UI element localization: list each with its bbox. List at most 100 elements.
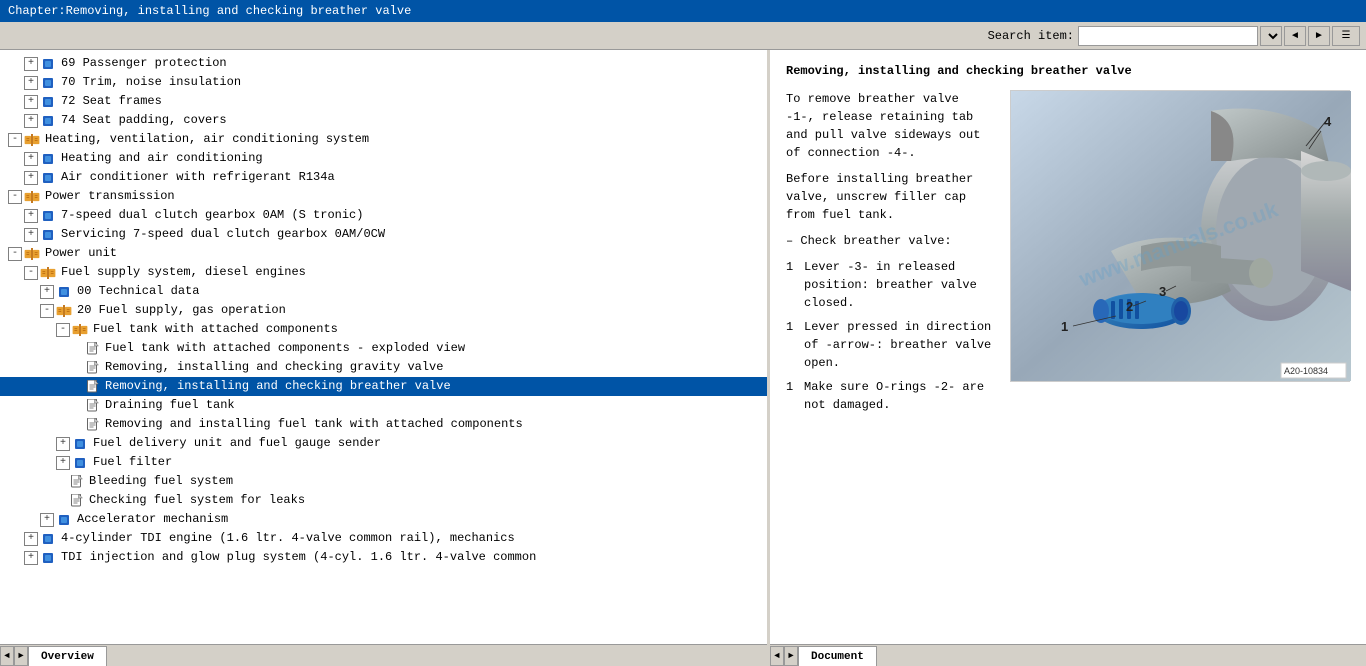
tree-item[interactable]: Removing and installing fuel tank with a…	[0, 415, 767, 434]
tree-item-label: Removing, installing and checking breath…	[105, 378, 451, 395]
tree-item[interactable]: +00 Technical data	[0, 282, 767, 301]
tree-item-label: Accelerator mechanism	[77, 511, 228, 528]
tree-item[interactable]: +TDI injection and glow plug system (4-c…	[0, 548, 767, 567]
engine-visual: 1 2 3 4 www.manuals.co.uk A20-108	[1011, 91, 1349, 381]
collapse-icon[interactable]: -	[8, 190, 22, 204]
tree-item-label: 69 Passenger protection	[61, 55, 227, 72]
left-tab-bar: ◄ ► Overview	[0, 644, 767, 666]
expand-icon[interactable]: +	[40, 285, 54, 299]
tree-item[interactable]: + Air conditioner with refrigerant R134a	[0, 168, 767, 187]
tree-item-label: 20 Fuel supply, gas operation	[77, 302, 286, 319]
tree-item-label: Bleeding fuel system	[89, 473, 233, 490]
expand-icon[interactable]: +	[24, 95, 38, 109]
search-prev-button[interactable]: ◄	[1284, 26, 1306, 46]
expand-icon[interactable]: +	[24, 152, 38, 166]
tree-item[interactable]: +74 Seat padding, covers	[0, 111, 767, 130]
collapse-icon[interactable]: -	[8, 133, 22, 147]
tree-item[interactable]: -Heating, ventilation, air conditioning …	[0, 130, 767, 149]
tree-item[interactable]: Draining fuel tank	[0, 396, 767, 415]
tree-item[interactable]: +69 Passenger protection	[0, 54, 767, 73]
tree-item[interactable]: - Fuel tank with attached components	[0, 320, 767, 339]
tree-item[interactable]: - Power transmission	[0, 187, 767, 206]
tree-scroll-left[interactable]: ◄	[0, 646, 14, 666]
expand-icon[interactable]: +	[24, 228, 38, 242]
tree-item[interactable]: + Fuel delivery unit and fuel gauge sende…	[0, 434, 767, 453]
tab-overview[interactable]: Overview	[28, 646, 107, 666]
tree-item[interactable]: Fuel tank with attached components - exp…	[0, 339, 767, 358]
book-icon	[24, 248, 40, 260]
folder-icon	[72, 438, 88, 450]
tree-item[interactable]: +4-cylinder TDI engine (1.6 ltr. 4-valve…	[0, 529, 767, 548]
folder-icon	[40, 172, 56, 184]
expand-icon[interactable]: +	[24, 209, 38, 223]
expand-icon[interactable]: +	[24, 57, 38, 71]
tree-item[interactable]: +Heating and air conditioning	[0, 149, 767, 168]
toolbar: Search item: ◄ ► ☰	[0, 22, 1366, 50]
folder-icon	[40, 533, 56, 545]
expand-icon[interactable]: +	[24, 76, 38, 90]
search-input[interactable]	[1078, 26, 1258, 46]
folder-icon	[40, 552, 56, 564]
tree-item-label: 00 Technical data	[77, 283, 199, 300]
expand-icon[interactable]: +	[40, 513, 54, 527]
tree-item[interactable]: Removing, installing and checking gravit…	[0, 358, 767, 377]
expand-icon[interactable]: +	[56, 456, 70, 470]
tree-item[interactable]: +72 Seat frames	[0, 92, 767, 111]
collapse-icon[interactable]: -	[24, 266, 38, 280]
tree-scroll-right[interactable]: ►	[14, 646, 28, 666]
right-tab-bar: ◄ ► Document	[770, 644, 1366, 666]
tree-item[interactable]: Checking fuel system for leaks	[0, 491, 767, 510]
tree-item-label: Servicing 7-speed dual clutch gearbox 0A…	[61, 226, 385, 243]
title-text: Chapter:Removing, installing and checkin…	[8, 4, 411, 18]
tree-item-label: Fuel delivery unit and fuel gauge sender	[93, 435, 381, 452]
folder-icon	[40, 210, 56, 222]
tree-item[interactable]: -Power unit	[0, 244, 767, 263]
folder-icon	[40, 115, 56, 127]
tree-item-label: Fuel tank with attached components	[93, 321, 338, 338]
doc-title: Removing, installing and checking breath…	[786, 62, 1350, 80]
doc-image: 1 2 3 4 www.manuals.co.uk A20-108	[1010, 90, 1350, 382]
collapse-icon[interactable]: -	[40, 304, 54, 318]
search-dropdown[interactable]	[1260, 26, 1282, 46]
tree-item[interactable]: -Fuel supply system, diesel engines	[0, 263, 767, 282]
tree-container[interactable]: +69 Passenger protection+70 Trim, noise …	[0, 50, 767, 644]
tree-item-label: Power transmission	[45, 188, 175, 205]
expand-icon[interactable]: +	[24, 114, 38, 128]
tree-item[interactable]: Removing, installing and checking breath…	[0, 377, 767, 396]
toolbar-extra-button[interactable]: ☰	[1332, 26, 1360, 46]
svg-text:4: 4	[1324, 114, 1332, 129]
book-icon	[72, 324, 88, 336]
doc-icon	[86, 380, 100, 394]
tree-item-label: Air conditioner with refrigerant R134a	[61, 169, 335, 186]
expand-icon[interactable]: +	[24, 551, 38, 565]
tree-item[interactable]: +70 Trim, noise insulation	[0, 73, 767, 92]
tree-item[interactable]: +7-speed dual clutch gearbox 0AM (S tron…	[0, 206, 767, 225]
doc-scroll-left[interactable]: ◄	[770, 646, 784, 666]
doc-list-item-3: 1 Make sure O-rings -2- are not damaged.	[786, 378, 994, 414]
tree-item[interactable]: + Fuel filter	[0, 453, 767, 472]
collapse-icon[interactable]: -	[8, 247, 22, 261]
expand-icon[interactable]: +	[24, 171, 38, 185]
book-icon	[56, 305, 72, 317]
folder-icon	[56, 514, 72, 526]
expand-icon[interactable]: +	[56, 437, 70, 451]
tree-item[interactable]: + Servicing 7-speed dual clutch gearbox 0…	[0, 225, 767, 244]
tree-item-label: 70 Trim, noise insulation	[61, 74, 241, 91]
tree-item-label: Removing, installing and checking gravit…	[105, 359, 443, 376]
tree-item-label: Fuel filter	[93, 454, 172, 471]
tree-item-label: Fuel tank with attached components - exp…	[105, 340, 465, 357]
doc-icon	[86, 399, 100, 413]
tree-item[interactable]: Bleeding fuel system	[0, 472, 767, 491]
svg-text:A20-10834: A20-10834	[1284, 366, 1328, 376]
collapse-icon[interactable]: -	[56, 323, 70, 337]
tab-document[interactable]: Document	[798, 646, 877, 666]
tree-item[interactable]: + Accelerator mechanism	[0, 510, 767, 529]
tree-item-label: 74 Seat padding, covers	[61, 112, 227, 129]
folder-icon	[72, 457, 88, 469]
book-icon	[40, 267, 56, 279]
folder-icon	[40, 229, 56, 241]
search-next-button[interactable]: ►	[1308, 26, 1330, 46]
expand-icon[interactable]: +	[24, 532, 38, 546]
doc-scroll-right[interactable]: ►	[784, 646, 798, 666]
tree-item[interactable]: - 20 Fuel supply, gas operation	[0, 301, 767, 320]
